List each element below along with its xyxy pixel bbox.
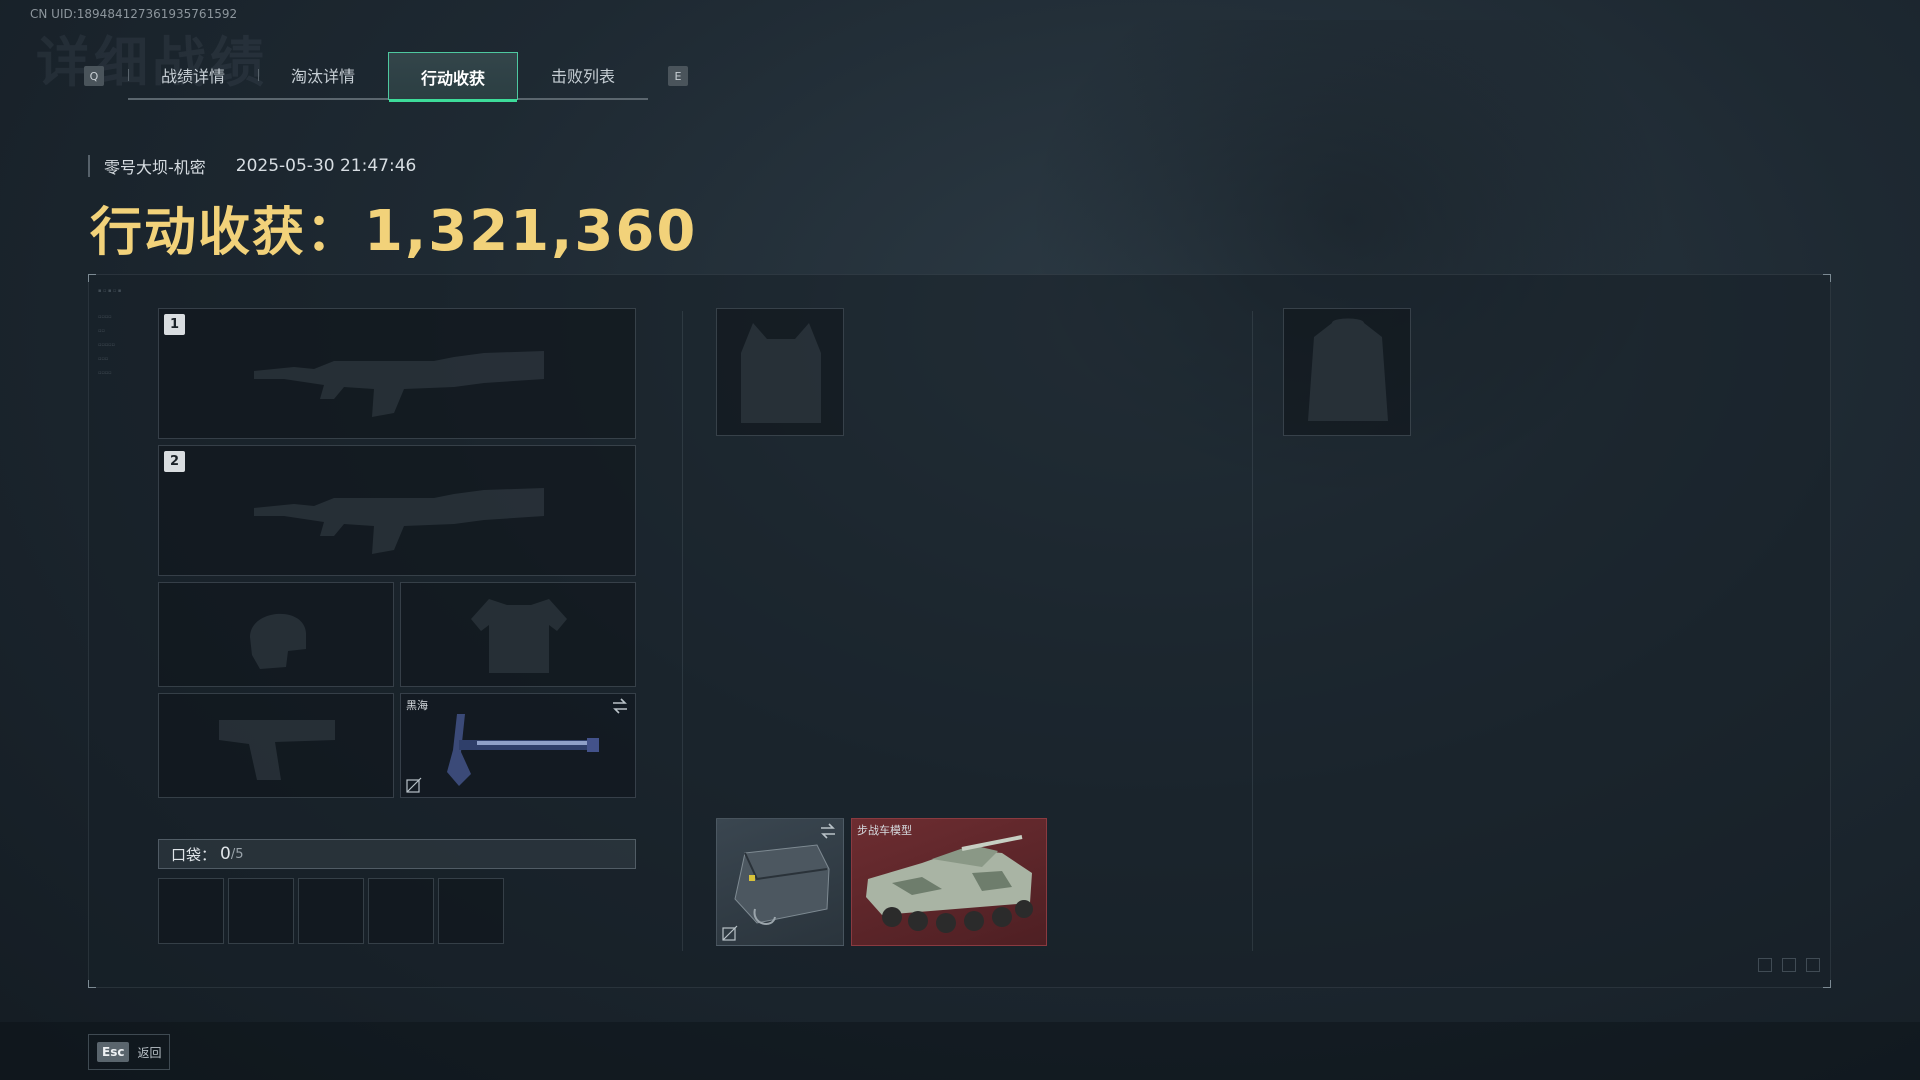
panel-corner bbox=[1823, 980, 1831, 988]
prev-tab-key-hint[interactable]: Q bbox=[84, 66, 104, 86]
panel-corner bbox=[1823, 274, 1831, 282]
melee-item-name: 黑海 bbox=[406, 699, 428, 712]
helmet-slot[interactable] bbox=[158, 582, 394, 687]
tab-separator bbox=[128, 69, 129, 81]
column-divider bbox=[682, 311, 683, 951]
sidearm-slot[interactable] bbox=[158, 693, 394, 798]
panel-corner bbox=[88, 274, 96, 282]
pocket-header: 口袋： 0 /5 bbox=[158, 839, 636, 869]
tab-elimination-details[interactable]: 淘汰详情 bbox=[258, 52, 388, 98]
column-divider bbox=[1252, 311, 1253, 951]
swap-icon bbox=[821, 823, 835, 839]
loot-item-case[interactable] bbox=[716, 818, 844, 946]
meta-accent-bar bbox=[88, 155, 90, 177]
pocket-slot[interactable] bbox=[158, 878, 224, 944]
tab-label: 击败列表 bbox=[550, 67, 615, 86]
next-tab-key-hint[interactable]: E bbox=[668, 66, 688, 86]
harvest-value: 1,321,360 bbox=[364, 199, 698, 264]
tactical-axe-icon bbox=[447, 714, 599, 786]
map-name: 零号大坝-机密 bbox=[104, 158, 206, 177]
slot-number-badge: 1 bbox=[164, 314, 185, 335]
insured-icon bbox=[406, 777, 422, 793]
backpack-slot[interactable] bbox=[1283, 308, 1411, 436]
pocket-slot[interactable] bbox=[298, 878, 364, 944]
back-label: 返回 bbox=[137, 1045, 162, 1060]
pocket-slot[interactable] bbox=[228, 878, 294, 944]
pocket-slot[interactable] bbox=[368, 878, 434, 944]
pocket-count: 0 bbox=[220, 844, 231, 864]
rifle-silhouette-icon bbox=[254, 488, 544, 554]
operation-harvest: 行动收获： 1,321,360 bbox=[90, 190, 697, 265]
tab-label: 行动收获 bbox=[420, 68, 485, 88]
esc-key-hint: Esc bbox=[97, 1042, 130, 1062]
primary-weapon-slot-1[interactable]: 1 bbox=[158, 308, 636, 439]
match-meta: 零号大坝-机密 2025-05-30 21:47:46 bbox=[88, 154, 416, 178]
swap-icon bbox=[613, 698, 627, 714]
footer-bar bbox=[0, 1022, 1920, 1080]
panel-corner bbox=[88, 980, 96, 988]
armor-silhouette-icon bbox=[471, 599, 567, 673]
decorative-squares bbox=[1758, 958, 1820, 972]
armor-slot[interactable] bbox=[400, 582, 636, 687]
tab-battle-details[interactable]: 战绩详情 bbox=[128, 52, 258, 98]
hard-case-icon bbox=[734, 844, 830, 925]
slot-number-badge: 2 bbox=[164, 451, 185, 472]
match-time: 2025-05-30 21:47:46 bbox=[235, 156, 417, 176]
pocket-max: /5 bbox=[230, 846, 244, 862]
decorative-glyphs: ▪ ▫ ▪ ▫ ▪ bbox=[98, 288, 122, 294]
loot-item-ifv-model[interactable]: 步战车模型 bbox=[851, 818, 1047, 946]
pistol-silhouette-icon bbox=[219, 720, 335, 780]
tabs: 战绩详情 淘汰详情 行动收获 击败列表 bbox=[128, 52, 648, 102]
backpack-silhouette-icon bbox=[1308, 318, 1388, 421]
insured-icon bbox=[722, 925, 738, 941]
tab-bar: Q 战绩详情 淘汰详情 行动收获 击败列表 E bbox=[84, 52, 688, 102]
primary-weapon-slot-2[interactable]: 2 bbox=[158, 445, 636, 576]
chest-rig-silhouette-icon bbox=[741, 323, 821, 423]
helmet-silhouette-icon bbox=[250, 613, 306, 669]
pocket-label: 口袋： bbox=[171, 845, 217, 864]
chest-rig-slot[interactable] bbox=[716, 308, 844, 436]
pocket-slot[interactable] bbox=[438, 878, 504, 944]
tab-label: 战绩详情 bbox=[160, 67, 225, 86]
harvest-label: 行动收获： bbox=[90, 203, 361, 263]
ifv-model-icon bbox=[866, 835, 1033, 933]
back-button[interactable]: Esc 返回 bbox=[88, 1034, 170, 1070]
melee-slot[interactable]: 黑海 bbox=[400, 693, 636, 798]
tab-separator bbox=[258, 69, 259, 81]
tab-defeat-list[interactable]: 击败列表 bbox=[518, 52, 648, 98]
player-uid: CN UID:18948412736193576159​2 bbox=[30, 7, 238, 21]
rifle-silhouette-icon bbox=[254, 351, 544, 417]
tab-label: 淘汰详情 bbox=[290, 67, 355, 86]
tab-operation-loot[interactable]: 行动收获 bbox=[388, 52, 518, 102]
decorative-glyphs: ▫▫▫▫ ▫▫ ▫▫▫▫▫ ▫▫▫ ▫▫▫▫ bbox=[98, 314, 115, 376]
